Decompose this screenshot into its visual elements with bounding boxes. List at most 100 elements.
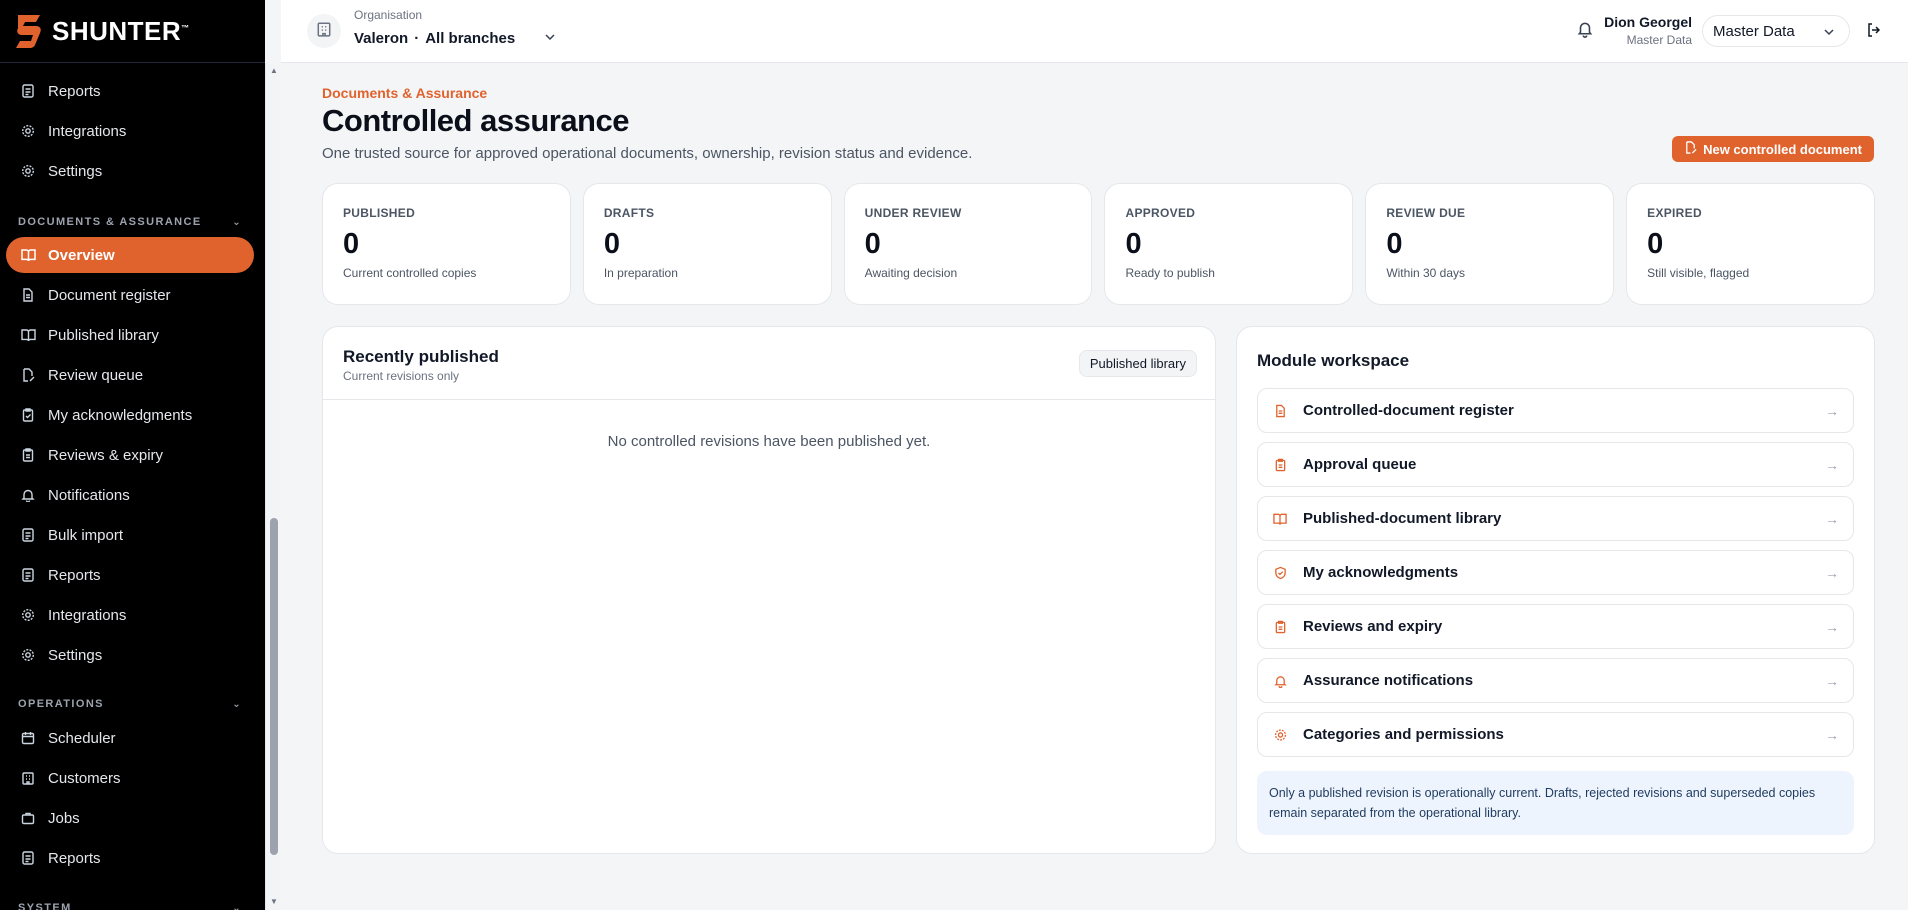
sidebar-scrollbar-thumb[interactable]: [270, 518, 278, 855]
workspace-link-approval-queue[interactable]: Approval queue →: [1257, 442, 1854, 487]
scroll-down-arrow-icon[interactable]: ▼: [269, 897, 279, 907]
workspace-link-reviews-expiry[interactable]: Reviews and expiry →: [1257, 604, 1854, 649]
stats-row: PUBLISHED 0 Current controlled copies DR…: [322, 183, 1875, 305]
book-icon: [20, 327, 36, 343]
sidebar-item-review-queue[interactable]: Review queue: [6, 357, 254, 393]
chevron-down-icon: ⌄: [232, 698, 242, 710]
user-role: Master Data: [1626, 33, 1692, 47]
sidebar-item-reviews-expiry[interactable]: Reviews & expiry: [6, 437, 254, 473]
stat-card-drafts[interactable]: DRAFTS 0 In preparation: [582, 183, 832, 305]
report-icon: [20, 850, 36, 866]
arrow-right-icon: →: [1825, 618, 1839, 635]
sidebar-nav: Reports Integrations Settings DOCUMENTS …: [0, 63, 265, 910]
stat-card-published[interactable]: PUBLISHED 0 Current controlled copies: [322, 183, 571, 305]
building-icon: [316, 21, 332, 42]
gear-icon: [20, 607, 36, 623]
published-library-button[interactable]: Published library: [1078, 350, 1197, 377]
sidebar-item-reports[interactable]: Reports: [6, 73, 254, 109]
section-system[interactable]: SYSTEM ⌄: [18, 898, 242, 910]
sidebar-item-integrations-2[interactable]: Integrations: [6, 597, 254, 633]
stat-card-approved[interactable]: APPROVED 0 Ready to publish: [1104, 183, 1354, 305]
arrow-right-icon: →: [1825, 672, 1839, 689]
organisation-selector[interactable]: Valeron · All branches: [354, 30, 515, 47]
brand[interactable]: SHUNTER™: [0, 0, 265, 63]
new-document-icon: [1684, 141, 1697, 157]
bell-icon: [1272, 674, 1288, 688]
empty-state-message: No controlled revisions have been publis…: [607, 433, 931, 450]
section-documents-assurance[interactable]: DOCUMENTS & ASSURANCE ⌄: [18, 212, 242, 232]
gear-icon: [20, 163, 36, 179]
arrow-right-icon: →: [1825, 726, 1839, 743]
sidebar-item-reports-2[interactable]: Reports: [6, 557, 254, 593]
page-subtitle: One trusted source for approved operatio…: [322, 145, 973, 162]
book-icon: [1272, 512, 1288, 526]
module-workspace-panel: Module workspace Controlled-document reg…: [1236, 326, 1875, 854]
sidebar-item-document-register[interactable]: Document register: [6, 277, 254, 313]
sidebar-item-reports-3[interactable]: Reports: [6, 840, 254, 876]
organisation-separator: ·: [414, 30, 420, 47]
notifications-bell-icon[interactable]: [1577, 20, 1593, 43]
organisation-branch: All branches: [425, 30, 516, 47]
clipboard-icon: [1272, 620, 1288, 634]
workspace-link-document-register[interactable]: Controlled-document register →: [1257, 388, 1854, 433]
chevron-down-icon[interactable]: [544, 30, 556, 44]
sidebar-scrollbar[interactable]: ▲ ▼: [265, 63, 281, 910]
stat-card-under-review[interactable]: UNDER REVIEW 0 Awaiting decision: [843, 183, 1093, 305]
briefcase-icon: [20, 810, 36, 826]
arrow-right-icon: →: [1825, 564, 1839, 581]
sidebar-item-customers[interactable]: Customers: [6, 760, 254, 796]
page-title: Controlled assurance: [322, 103, 629, 138]
recently-published-title: Recently published: [343, 347, 499, 366]
workspace-link-my-acknowledgments[interactable]: My acknowledgments →: [1257, 550, 1854, 595]
sidebar-item-jobs[interactable]: Jobs: [6, 800, 254, 836]
sidebar: SHUNTER™ Reports Integrations Settings D…: [0, 0, 265, 910]
main-content: Documents & Assurance Controlled assuran…: [281, 63, 1908, 910]
module-workspace-list: Controlled-document register → Approval …: [1257, 388, 1854, 757]
recently-published-header: Recently published Current revisions onl…: [323, 327, 1215, 400]
sidebar-item-bulk-import[interactable]: Bulk import: [6, 517, 254, 553]
workspace-link-categories-permissions[interactable]: Categories and permissions →: [1257, 712, 1854, 757]
document-icon: [20, 287, 36, 303]
sidebar-item-settings[interactable]: Settings: [6, 153, 254, 189]
edit-document-icon: [20, 367, 36, 383]
organisation-name: Valeron: [354, 30, 409, 47]
clipboard-check-icon: [20, 407, 36, 423]
module-workspace-title: Module workspace: [1257, 351, 1410, 370]
brand-name: SHUNTER™: [52, 15, 190, 46]
sidebar-item-published-library[interactable]: Published library: [6, 317, 254, 353]
new-controlled-document-button[interactable]: New controlled document: [1672, 136, 1874, 162]
stat-card-review-due[interactable]: REVIEW DUE 0 Within 30 days: [1365, 183, 1615, 305]
page-eyebrow: Documents & Assurance: [322, 85, 488, 101]
sidebar-item-settings-2[interactable]: Settings: [6, 637, 254, 673]
bell-icon: [20, 487, 36, 503]
workspace-notice: Only a published revision is operational…: [1257, 771, 1854, 835]
role-select[interactable]: Master Data: [1702, 15, 1850, 47]
sidebar-item-my-acknowledgments[interactable]: My acknowledgments: [6, 397, 254, 433]
chevron-down-icon: ⌄: [232, 902, 242, 910]
clipboard-icon: [20, 447, 36, 463]
organisation-button[interactable]: [307, 14, 341, 48]
gear-icon: [20, 123, 36, 139]
sidebar-item-integrations[interactable]: Integrations: [6, 113, 254, 149]
sidebar-item-notifications[interactable]: Notifications: [6, 477, 254, 513]
organisation-label: Organisation: [354, 8, 423, 22]
report-icon: [20, 83, 36, 99]
building-icon: [20, 770, 36, 786]
arrow-right-icon: →: [1825, 510, 1839, 527]
shield-check-icon: [1272, 566, 1288, 580]
section-operations[interactable]: OPERATIONS ⌄: [18, 694, 242, 714]
user-name: Dion Georgel: [1604, 14, 1692, 30]
import-icon: [20, 527, 36, 543]
sidebar-item-scheduler[interactable]: Scheduler: [6, 720, 254, 756]
shunter-logo-icon: [16, 15, 41, 48]
workspace-link-assurance-notifications[interactable]: Assurance notifications →: [1257, 658, 1854, 703]
arrow-right-icon: →: [1825, 402, 1839, 419]
scroll-up-arrow-icon[interactable]: ▲: [269, 66, 279, 76]
topbar: Organisation Valeron · All branches Dion…: [281, 0, 1908, 63]
calendar-icon: [20, 730, 36, 746]
chevron-down-icon: [1823, 23, 1835, 40]
sidebar-item-overview[interactable]: Overview: [6, 237, 254, 273]
workspace-link-published-library[interactable]: Published-document library →: [1257, 496, 1854, 541]
logout-icon[interactable]: [1866, 22, 1882, 43]
stat-card-expired[interactable]: EXPIRED 0 Still visible, flagged: [1626, 183, 1875, 305]
